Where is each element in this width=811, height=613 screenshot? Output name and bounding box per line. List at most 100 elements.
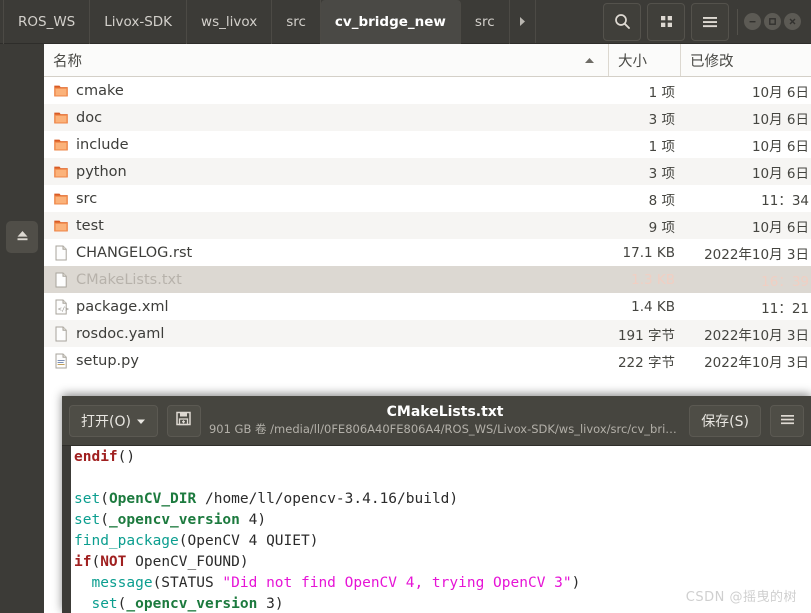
open-file-button[interactable]: 打开(O) — [69, 404, 158, 437]
code-line: find_package(OpenCV 4 QUIET) — [74, 531, 580, 552]
close-button[interactable] — [784, 13, 801, 30]
file-modified-cell: 2022年10月 3日 — [704, 327, 809, 344]
header-divider — [737, 8, 738, 35]
folder-icon — [53, 137, 69, 153]
table-row[interactable]: cmake 1 项 10月 6日 — [44, 77, 811, 104]
code-token: () — [117, 449, 136, 465]
table-row[interactable]: CHANGELOG.rst 17.1 KB 2022年10月 3日 — [44, 239, 811, 266]
hamburger-icon — [780, 411, 795, 430]
eject-button[interactable] — [6, 221, 38, 253]
file-size-cell: 1.3 KB — [631, 271, 675, 288]
code-token: find_package — [74, 533, 179, 549]
window-controls — [744, 13, 805, 30]
table-row[interactable]: test 9 项 10月 6日 — [44, 212, 811, 239]
file-name-label: CHANGELOG.rst — [76, 244, 193, 261]
code-line: endif() — [74, 447, 580, 468]
code-token: 3) — [257, 596, 284, 612]
save-as-button[interactable] — [166, 404, 201, 437]
code-token: _opencv_version — [126, 596, 258, 612]
breadcrumb-item-src[interactable]: src — [272, 0, 321, 44]
file-size-cell: 222 字节 — [617, 354, 675, 371]
editor-filepath: 901 GB 卷 /media/ll/0FE806A40FE806A4/ROS_… — [208, 422, 682, 436]
table-row[interactable]: python 3 项 10月 6日 — [44, 158, 811, 185]
file-name-label: package.xml — [76, 298, 169, 315]
column-header-modified[interactable]: 已修改 — [681, 44, 811, 76]
doc-icon — [53, 326, 69, 342]
table-row[interactable]: CMakeLists.txt 1.3 KB 16：39 — [44, 266, 811, 293]
file-name-cell: setup.py — [44, 353, 609, 369]
file-size-cell: 3 项 — [648, 111, 675, 128]
folder-icon — [53, 218, 69, 234]
doc-icon — [53, 245, 69, 261]
code-token: message — [91, 575, 153, 591]
file-size-cell: 1 项 — [648, 84, 675, 101]
code-token: _opencv_version — [108, 512, 240, 528]
file-name-label: setup.py — [76, 352, 139, 369]
code-line: set(OpenCV_DIR /home/ll/opencv-3.4.16/bu… — [74, 489, 580, 510]
breadcrumb-item-livox-sdk[interactable]: Livox-SDK — [90, 0, 188, 44]
file-name-label: test — [76, 217, 104, 234]
folder-icon — [53, 110, 69, 126]
file-name-cell: include — [44, 137, 609, 153]
column-header-size[interactable]: 大小 — [609, 44, 681, 76]
file-modified-cell: 16：39 — [761, 273, 809, 290]
file-size-cell: 9 项 — [648, 219, 675, 236]
header-tools — [603, 0, 811, 43]
code-token: 4) — [239, 512, 267, 528]
code-token: ) — [571, 575, 581, 591]
chevron-down-icon — [136, 413, 146, 429]
breadcrumb-item-src[interactable]: src — [461, 0, 510, 44]
file-modified-cell: 10月 6日 — [751, 84, 809, 101]
search-icon — [614, 13, 631, 30]
breadcrumb-item-ws_livox[interactable]: ws_livox — [187, 0, 273, 44]
breadcrumb-item-ros_ws[interactable]: ROS_WS — [3, 0, 91, 44]
file-size-cell: 8 项 — [648, 192, 675, 209]
code-token: if — [74, 554, 92, 570]
file-modified-cell: 2022年10月 3日 — [704, 354, 809, 371]
breadcrumb-overflow-button[interactable] — [510, 0, 536, 43]
file-modified-cell: 11：34 — [761, 192, 809, 209]
code-token: ( — [100, 512, 109, 528]
folder-icon — [53, 191, 69, 207]
search-button[interactable] — [603, 2, 641, 41]
screen: ROS_WS Livox-SDK ws_livox src cv_bridge_new s… — [0, 0, 811, 613]
editor-body[interactable]: endif() set(OpenCV_DIR /home/ll/opencv-3… — [62, 446, 811, 613]
code-token: endif — [74, 449, 118, 465]
file-modified-cell: 2022年10月 3日 — [704, 246, 809, 263]
svg-text:</>: </> — [58, 306, 69, 313]
table-row[interactable]: src 8 项 11：34 — [44, 185, 811, 212]
column-header-name[interactable]: 名称 — [44, 44, 609, 76]
minimize-button[interactable] — [744, 13, 761, 30]
code-token: "Did not find OpenCV 4, trying OpenCV 3" — [222, 575, 572, 591]
main-menu-button[interactable] — [691, 2, 729, 41]
maximize-button[interactable] — [764, 13, 781, 30]
file-name-cell: rosdoc.yaml — [44, 326, 609, 342]
table-row[interactable]: include 1 项 10月 6日 — [44, 131, 811, 158]
file-modified-cell: 10月 6日 — [751, 138, 809, 155]
editor-title-block: CMakeLists.txt 901 GB 卷 /media/ll/0FE806… — [201, 404, 689, 437]
view-grid-icon — [659, 14, 674, 29]
code-token: OpenCV_FOUND) — [126, 554, 249, 570]
save-as-icon — [175, 410, 192, 431]
editor-menu-button[interactable] — [770, 404, 804, 437]
editor-header: 打开(O) CMakeLists.txt 901 GB 卷 /media/ll/… — [62, 396, 811, 446]
save-button[interactable]: 保存(S) — [689, 404, 761, 437]
file-name-label: doc — [76, 109, 103, 126]
table-row[interactable]: setup.py 222 字节 2022年10月 3日 — [44, 347, 811, 374]
breadcrumb-item-cv_bridge_new[interactable]: cv_bridge_new — [320, 0, 461, 44]
watermark: CSDN @摇曳的树 — [685, 590, 797, 605]
file-modified-cell: 10月 6日 — [751, 111, 809, 128]
file-name-label: include — [76, 136, 129, 153]
file-list-header: 名称 大小 已修改 — [44, 44, 811, 77]
column-header-name-label: 名称 — [53, 53, 82, 70]
code-token: (STATUS — [152, 575, 223, 591]
editor-code[interactable]: endif() set(OpenCV_DIR /home/ll/opencv-3… — [71, 446, 580, 613]
view-options-button[interactable] — [647, 2, 685, 41]
table-row[interactable]: rosdoc.yaml 191 字节 2022年10月 3日 — [44, 320, 811, 347]
save-button-label: 保存(S) — [701, 413, 749, 430]
file-name-cell: </> package.xml — [44, 299, 609, 315]
table-row[interactable]: </> package.xml 1.4 KB 11：21 — [44, 293, 811, 320]
table-row[interactable]: doc 3 项 10月 6日 — [44, 104, 811, 131]
